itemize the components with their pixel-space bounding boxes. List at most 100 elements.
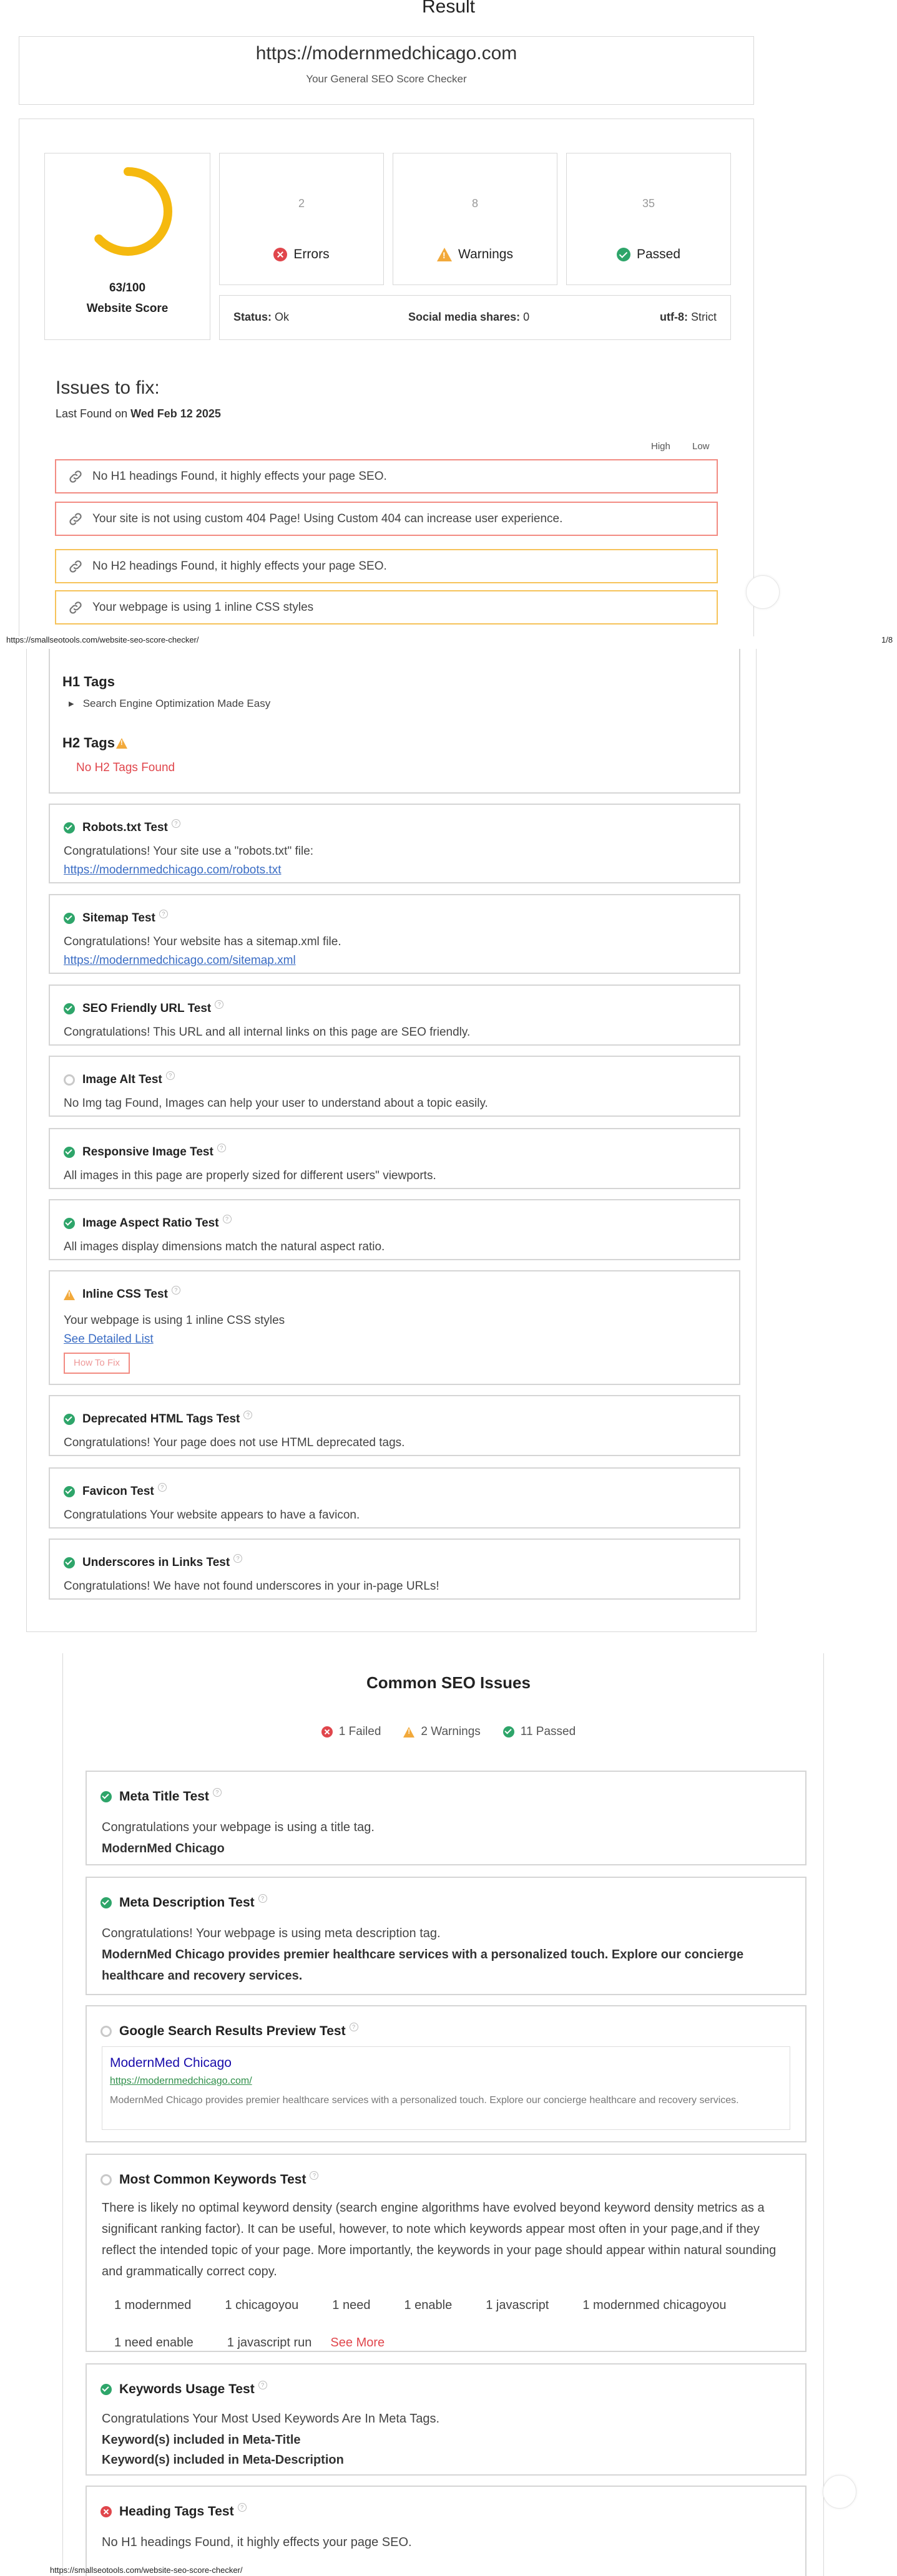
social-shares-field: Social media shares: 0 [408, 311, 530, 323]
issue-row-inline-css[interactable]: Your webpage is using 1 inline CSS style… [55, 590, 718, 625]
help-icon[interactable]: ? [171, 819, 180, 828]
keyword-meta-description: Keyword(s) included in Meta-Description [102, 2453, 344, 2467]
check-icon [64, 1218, 75, 1229]
test-title: Inline CSS Test [82, 1288, 168, 1301]
errors-card[interactable]: 2 Errors [219, 153, 384, 285]
seo-url-test-card: SEO Friendly URL Test? Congratulations! … [49, 984, 740, 1046]
help-icon[interactable]: ? [258, 2381, 267, 2389]
help-icon[interactable]: ? [237, 2503, 247, 2512]
issue-row-h2[interactable]: No H2 headings Found, it highly effects … [55, 549, 718, 583]
h1-tags-title: H1 Tags [62, 674, 115, 689]
headings-card: H1 Tags ▸ Search Engine Optimization Mad… [49, 649, 740, 794]
link-icon [69, 601, 82, 614]
test-title: Sitemap Test [82, 911, 155, 925]
scroll-top-button[interactable] [746, 575, 780, 609]
help-icon[interactable]: ? [212, 1788, 222, 1797]
neutral-status-icon [64, 1074, 75, 1086]
test-title: Keywords Usage Test [119, 2382, 255, 2396]
keywords-usage-test-card: Keywords Usage Test? Congratulations You… [86, 2363, 806, 2476]
help-icon[interactable]: ? [217, 1144, 226, 1152]
error-icon [321, 1726, 333, 1738]
h1-item: ▸ Search Engine Optimization Made Easy [69, 697, 271, 709]
help-icon[interactable]: ? [215, 1000, 224, 1009]
serp-preview-box: ModernMed Chicago https://modernmedchica… [102, 2046, 790, 2130]
inline-css-test-card: Inline CSS Test? Your webpage is using 1… [49, 1270, 740, 1385]
issue-row-404[interactable]: Your site is not using custom 404 Page! … [55, 502, 718, 536]
see-more-link[interactable]: See More [330, 2336, 385, 2350]
passed-card[interactable]: 35 Passed [566, 153, 731, 285]
print-footer-url: https://smallseotools.com/website-seo-sc… [6, 635, 199, 644]
print-page-number: 1/8 [881, 635, 893, 644]
common-seo-summary: 1 Failed 2 Warnings 11 Passed [0, 1725, 897, 1739]
test-title: Robots.txt Test [82, 821, 168, 834]
score-value: 63/100 [109, 281, 146, 294]
check-icon [64, 1147, 75, 1158]
help-icon[interactable]: ? [349, 2023, 358, 2031]
test-message: All images display dimensions match the … [64, 1240, 385, 1253]
test-message: Congratulations! We have not found under… [64, 1580, 439, 1593]
warnings-card[interactable]: 8 Warnings [393, 153, 557, 285]
help-icon[interactable]: ? [165, 1071, 175, 1080]
issue-row-h1[interactable]: No H1 headings Found, it highly effects … [55, 459, 718, 493]
check-icon [64, 822, 75, 834]
legend-high: High [651, 441, 670, 452]
score-card: 63/100 Website Score [44, 153, 210, 340]
site-header-card: https://modernmedchicago.com Your Genera… [19, 36, 754, 105]
how-to-fix-button[interactable]: How To Fix [64, 1353, 130, 1374]
print-footer-url: https://smallseotools.com/website-seo-sc… [50, 2565, 243, 2575]
check-icon [616, 248, 630, 261]
issue-text: Your webpage is using 1 inline CSS style… [92, 600, 314, 614]
help-icon[interactable]: ? [233, 1554, 243, 1563]
scroll-top-button[interactable] [823, 2475, 856, 2509]
site-url: https://modernmedchicago.com [255, 43, 517, 64]
errors-count: 2 [298, 197, 305, 210]
underscores-test-card: Underscores in Links Test? Congratulatio… [49, 1538, 740, 1600]
robots-link[interactable]: https://modernmedchicago.com/robots.txt [64, 863, 282, 877]
status-bar: Status: Ok Social media shares: 0 utf-8:… [219, 295, 731, 340]
common-keywords-test-card: Most Common Keywords Test? There is like… [86, 2154, 806, 2352]
test-message: Congratulations your webpage is using a … [102, 1820, 375, 1834]
test-message: Congratulations! Your page does not use … [64, 1436, 405, 1449]
passed-label: Passed [636, 247, 681, 261]
see-detailed-list-link[interactable]: See Detailed List [64, 1333, 154, 1346]
keyword-item: 1 enable [404, 2298, 453, 2312]
test-message: Congratulations! Your website has a site… [64, 935, 341, 948]
errors-label: Errors [293, 247, 330, 261]
check-icon [64, 1557, 75, 1568]
common-seo-heading: Common SEO Issues [366, 1673, 531, 1692]
error-icon [273, 248, 288, 261]
test-message: Your webpage is using 1 inline CSS style… [64, 1314, 285, 1327]
warning-icon [115, 737, 127, 749]
sitemap-link[interactable]: https://modernmedchicago.com/sitemap.xml [64, 954, 296, 968]
link-icon [69, 560, 82, 573]
keyword-item: 1 modernmed chicagoyou [582, 2298, 727, 2312]
help-icon[interactable]: ? [243, 1411, 253, 1419]
serp-preview-test-card: Google Search Results Preview Test? Mode… [86, 2005, 806, 2142]
serp-title[interactable]: ModernMed Chicago [110, 2056, 232, 2071]
check-icon [100, 2384, 112, 2395]
help-icon[interactable]: ? [171, 1286, 180, 1295]
keyword-item: 1 chicagoyou [225, 2298, 299, 2312]
help-icon[interactable]: ? [222, 1215, 232, 1223]
test-title: Meta Description Test [119, 1895, 255, 1910]
serp-url[interactable]: https://modernmedchicago.com/ [110, 2076, 252, 2087]
test-title: Responsive Image Test [82, 1145, 213, 1159]
test-title: Google Search Results Preview Test [119, 2024, 346, 2038]
test-message: Congratulations! Your site use a "robots… [64, 845, 314, 858]
check-icon [502, 1726, 514, 1738]
favicon-test-card: Favicon Test? Congratulations Your websi… [49, 1467, 740, 1529]
keyword-item: 1 need enable [114, 2336, 194, 2350]
help-icon[interactable]: ? [157, 1483, 167, 1492]
keyword-item: 1 need [332, 2298, 371, 2312]
deprecated-html-test-card: Deprecated HTML Tags Test? Congratulatio… [49, 1395, 740, 1456]
help-icon[interactable]: ? [159, 910, 168, 918]
score-label: Website Score [86, 302, 169, 315]
help-icon[interactable]: ? [258, 1894, 267, 1903]
help-icon[interactable]: ? [310, 2171, 319, 2180]
test-title: Most Common Keywords Test [119, 2172, 306, 2187]
responsive-image-test-card: Responsive Image Test? All images in thi… [49, 1128, 740, 1189]
issue-text: No H2 headings Found, it highly effects … [92, 559, 387, 573]
issues-heading: Issues to fix: [56, 377, 160, 398]
test-title: Image Alt Test [82, 1073, 162, 1086]
check-icon [100, 1791, 112, 1802]
